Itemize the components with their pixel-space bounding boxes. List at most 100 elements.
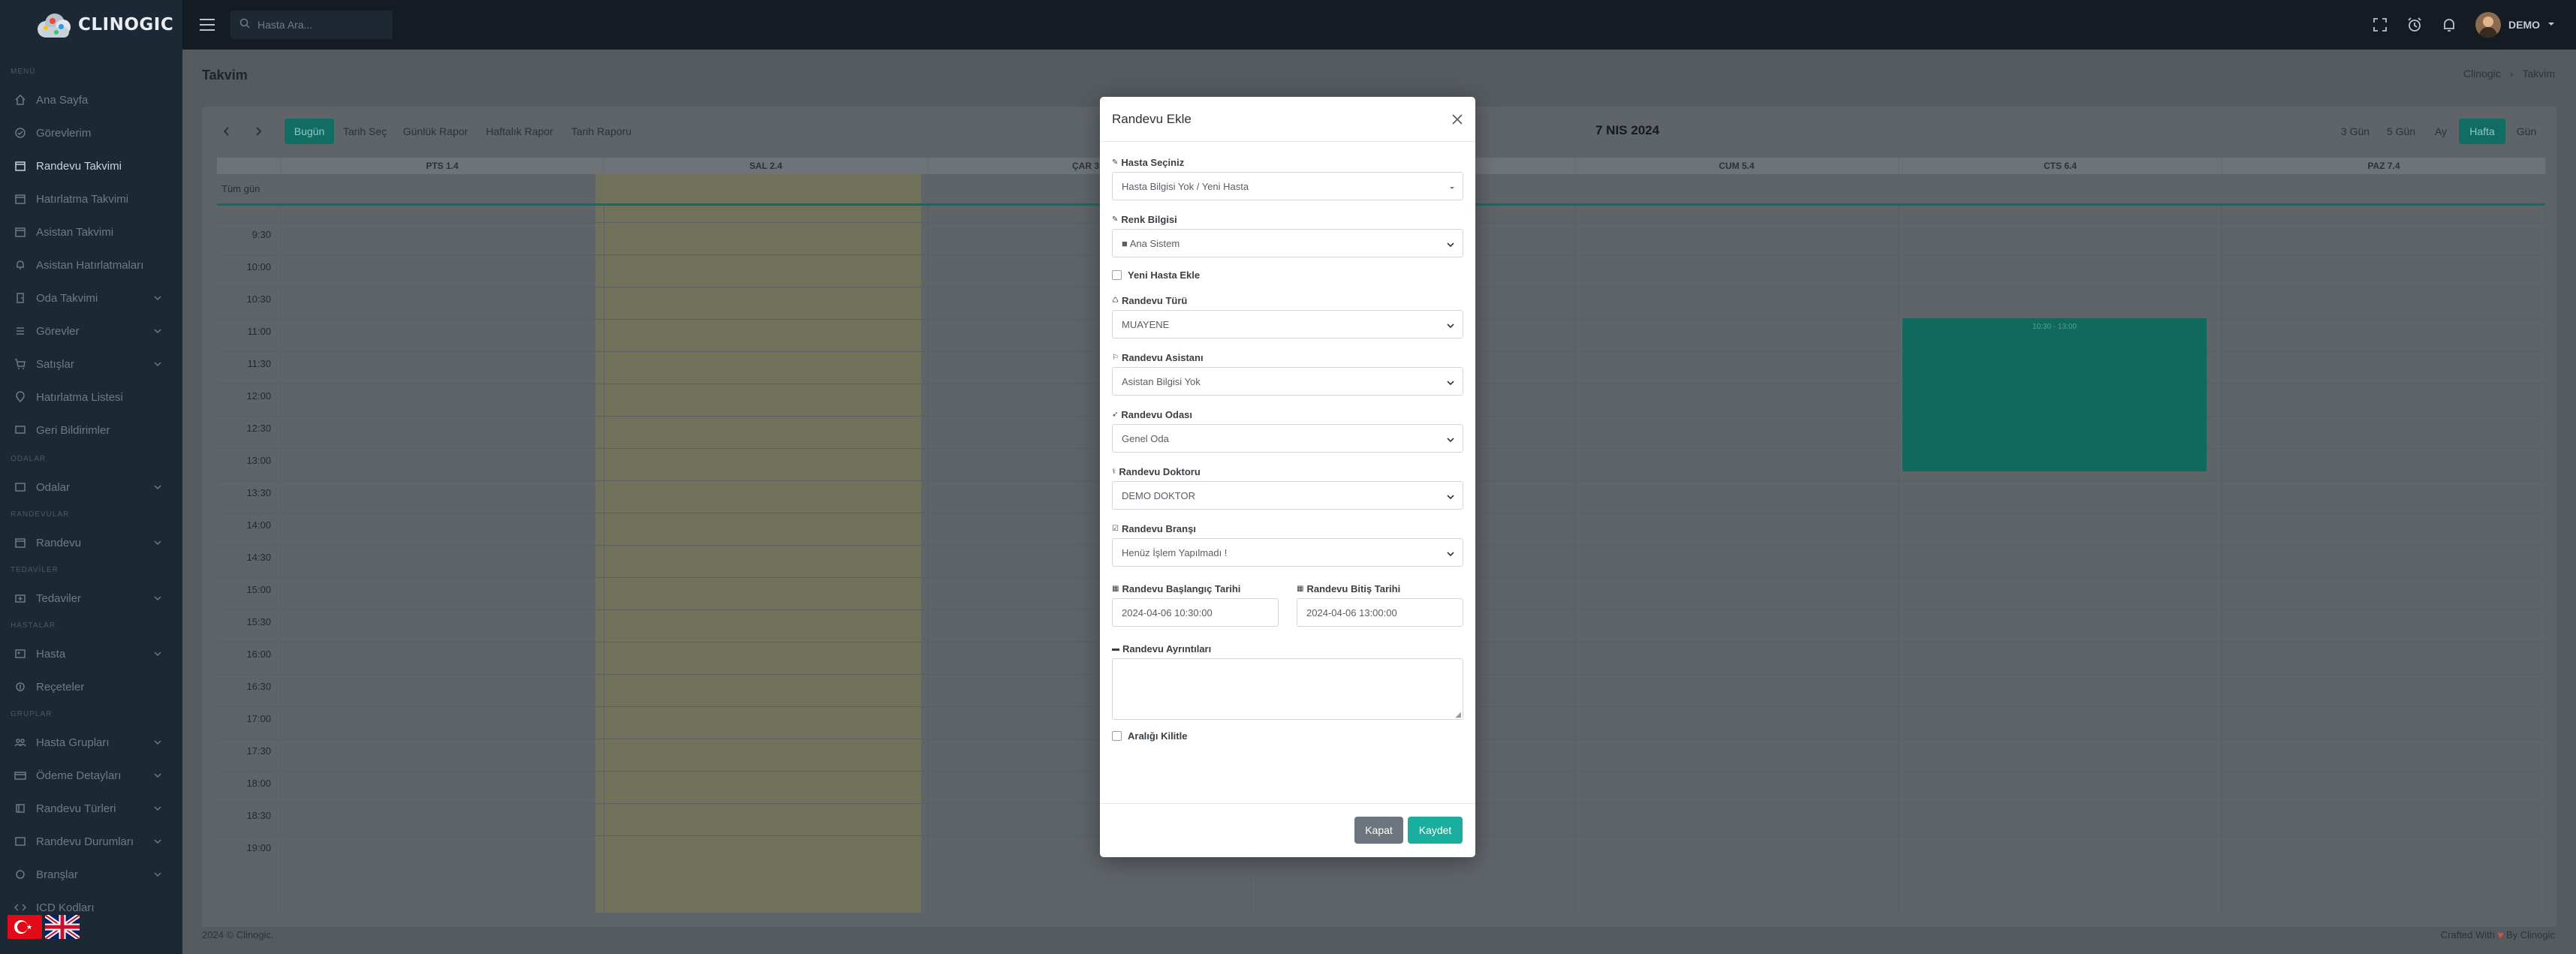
daily-report-button[interactable]: Günlük Rapor xyxy=(396,119,475,144)
type-icon: ♺ xyxy=(1112,296,1119,305)
sidebar-item-ana-sayfa[interactable]: Ana Sayfa xyxy=(0,83,182,116)
sidebar-item-hasta-gruplari[interactable]: Hasta Grupları xyxy=(0,726,182,759)
patient-select[interactable]: Hasta Bilgisi Yok / Yeni Hasta xyxy=(1112,172,1463,200)
patient-icon xyxy=(14,647,27,661)
sidebar-item-tedaviler[interactable]: Tedaviler xyxy=(0,582,182,615)
save-button[interactable]: Kaydet xyxy=(1408,817,1463,844)
prev-week-button[interactable] xyxy=(212,119,241,144)
start-date-input[interactable]: 2024-04-06 10:30:00 xyxy=(1112,598,1279,627)
today-button[interactable]: Bugün xyxy=(285,119,334,144)
room-icon: ➶ xyxy=(1112,410,1119,419)
sidebar-item-receteler[interactable]: Reçeteler xyxy=(0,670,182,703)
branch-select[interactable]: Henüz İşlem Yapılmadı ! xyxy=(1112,538,1463,567)
sidebar-item-odalar[interactable]: Odalar xyxy=(0,471,182,504)
end-date-label-text: Randevu Bitiş Tarihi xyxy=(1306,582,1401,594)
modal-header: Randevu Ekle xyxy=(1100,97,1475,142)
details-label-text: Randevu Ayrıntıları xyxy=(1122,643,1212,655)
sidebar-item-randevu[interactable]: Randevu xyxy=(0,526,182,559)
checkbox-box[interactable] xyxy=(1112,730,1122,741)
pick-date-button[interactable]: Tarih Seç xyxy=(337,119,393,144)
sidebar-item-label: Asistan Takvimi xyxy=(36,225,114,239)
color-label: ✎ Renk Bilgisi xyxy=(1112,209,1463,229)
add-appointment-modal: Randevu Ekle ✎ Hasta Seçiniz Hasta Bilgis… xyxy=(1100,97,1475,857)
calendar-icon xyxy=(14,159,27,173)
weekly-report-button[interactable]: Haftalık Rapor xyxy=(478,119,561,144)
sidebar-item-hatirlatma-listesi[interactable]: Hatırlatma Listesi xyxy=(0,381,182,414)
sidebar-item-randevu-takvimi[interactable]: Randevu Takvimi xyxy=(0,149,182,182)
day-divider xyxy=(280,206,281,913)
chevron-down-icon xyxy=(1446,378,1455,389)
sidebar-item-label: Asistan Hatırlatmaları xyxy=(36,258,144,272)
alarm-clock-icon[interactable] xyxy=(2397,0,2432,50)
calendar-icon xyxy=(14,536,27,549)
doctor-select-value: DEMO DOKTOR xyxy=(1122,489,1195,501)
new-patient-checkbox[interactable]: Yeni Hasta Ekle xyxy=(1112,266,1463,283)
color-label-text: Renk Bilgisi xyxy=(1121,213,1177,225)
date-report-button[interactable]: Tarih Raporu xyxy=(564,119,639,144)
room-label-text: Randevu Odası xyxy=(1121,408,1193,420)
sidebar-item-gorevlerim[interactable]: Görevlerim xyxy=(0,116,182,149)
notification-bell-icon[interactable] xyxy=(2432,0,2466,50)
caret-down-icon xyxy=(1449,182,1455,194)
fullscreen-icon[interactable] xyxy=(2363,0,2397,50)
lock-range-checkbox[interactable]: Aralığı Kilitle xyxy=(1112,727,1463,744)
type-select[interactable]: MUAYENE xyxy=(1112,310,1463,339)
logo[interactable]: CLINOGIC xyxy=(0,0,182,50)
turkish-flag-icon[interactable]: ★ xyxy=(8,915,42,939)
day-header[interactable]: PAZ 7.4 xyxy=(2222,158,2545,174)
room-select[interactable]: Genel Oda xyxy=(1112,424,1463,453)
time-label: 13:00 xyxy=(246,455,271,466)
checkbox-box[interactable] xyxy=(1112,269,1122,280)
search-input[interactable] xyxy=(258,19,385,31)
breadcrumb-item-home[interactable]: Clinogic xyxy=(2463,68,2501,80)
day-header[interactable]: CUM 5.4 xyxy=(1574,158,1898,174)
view-week-button[interactable]: Hafta xyxy=(2459,119,2505,144)
sidebar-item-branslar[interactable]: Branşlar xyxy=(0,858,182,891)
sidebar-item-label: Hasta Grupları xyxy=(36,736,110,749)
assistant-select[interactable]: Asistan Bilgisi Yok xyxy=(1112,367,1463,396)
sidebar-item-odeme-detaylari[interactable]: Ödeme Detayları xyxy=(0,759,182,792)
view-day-button[interactable]: Gün xyxy=(2507,119,2546,144)
view-month-button[interactable]: Ay xyxy=(2424,119,2457,144)
sidebar-item-asistan-hatirlatmalari[interactable]: Asistan Hatırlatmaları xyxy=(0,248,182,281)
sidebar-item-gorevler[interactable]: Görevler xyxy=(0,314,182,348)
time-label: 14:00 xyxy=(246,519,271,531)
next-week-button[interactable] xyxy=(244,119,273,144)
treatment-icon xyxy=(14,591,27,605)
payment-icon xyxy=(14,769,27,782)
sidebar-item-geri-bildirimler[interactable]: Geri Bildirimler xyxy=(0,414,182,447)
room-icon xyxy=(14,480,27,494)
page-title: Takvim xyxy=(202,68,248,83)
details-textarea[interactable]: ◢ xyxy=(1112,658,1463,720)
resize-handle-icon[interactable]: ◢ xyxy=(1455,711,1461,719)
day-header[interactable]: PTS 1.4 xyxy=(280,158,604,174)
menu-toggle-icon[interactable] xyxy=(196,14,218,36)
color-select[interactable]: ■ Ana Sistem xyxy=(1112,229,1463,257)
sidebar-item-asistan-takvimi[interactable]: Asistan Takvimi xyxy=(0,215,182,248)
close-button[interactable]: Kapat xyxy=(1354,817,1403,844)
day-header[interactable]: CTS 6.4 xyxy=(1898,158,2222,174)
doctor-select[interactable]: DEMO DOKTOR xyxy=(1112,481,1463,510)
calendar-event[interactable]: 10:30 - 13:00 xyxy=(1903,318,2207,471)
view-5-day-button[interactable]: 5 Gün xyxy=(2379,119,2423,144)
sidebar-item-oda-takvimi[interactable]: Oda Takvimi xyxy=(0,281,182,314)
view-3-day-button[interactable]: 3 Gün xyxy=(2333,119,2378,144)
doctor-label: ⚕ Randevu Doktoru xyxy=(1112,462,1463,481)
english-flag-icon[interactable] xyxy=(45,915,80,939)
sidebar-item-hasta[interactable]: Hasta xyxy=(0,637,182,670)
sidebar-item-satislar[interactable]: Satışlar xyxy=(0,348,182,381)
calendar-icon xyxy=(14,192,27,206)
time-label: 17:00 xyxy=(246,713,271,724)
sidebar-item-label: ICD Kodları xyxy=(36,901,95,914)
modal-body: ✎ Hasta Seçiniz Hasta Bilgisi Yok / Yeni … xyxy=(1100,142,1475,744)
sidebar-item-hatirlatma-takvimi[interactable]: Hatırlatma Takvimi xyxy=(0,182,182,215)
user-tag-icon: ✎ xyxy=(1112,158,1119,167)
end-date-input[interactable]: 2024-04-06 13:00:00 xyxy=(1297,598,1463,627)
sidebar-item-randevu-durumlari[interactable]: Randevu Durumları xyxy=(0,825,182,858)
user-menu[interactable]: DEMO xyxy=(2475,12,2555,38)
sidebar-item-label: Görevlerim xyxy=(36,126,92,140)
sidebar-item-randevu-turleri[interactable]: Randevu Türleri xyxy=(0,792,182,825)
day-header[interactable]: SAL 2.4 xyxy=(604,158,927,174)
sidebar-item-label: Geri Bildirimler xyxy=(36,423,110,437)
close-icon[interactable] xyxy=(1450,112,1465,127)
